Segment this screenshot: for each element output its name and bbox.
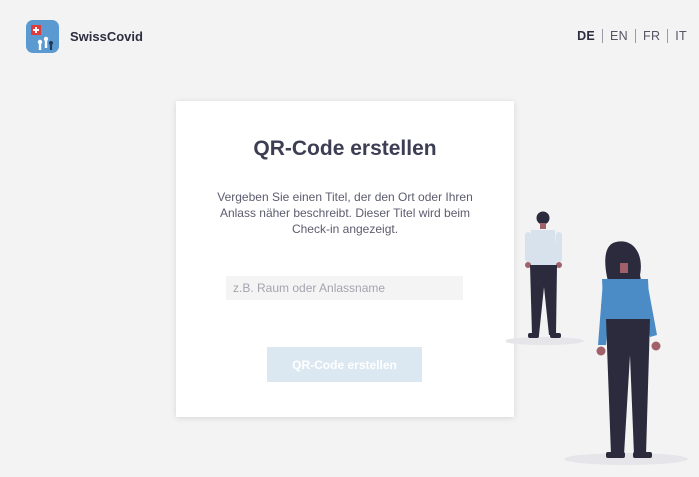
language-switcher: DE EN FR IT [577, 29, 687, 43]
lang-de[interactable]: DE [577, 29, 595, 43]
card-description: Vergeben Sie einen Titel, der den Ort od… [217, 190, 473, 236]
people-illustration [504, 205, 699, 472]
lang-divider [667, 29, 669, 43]
card-title: QR-Code erstellen [253, 137, 437, 160]
top-bar: SwissCovid DE EN FR IT [0, 0, 699, 60]
brand-name: SwissCovid [70, 29, 143, 44]
swisscovid-logo-icon[interactable] [26, 20, 59, 53]
qr-code-card: QR-Code erstellen Vergeben Sie einen Tit… [176, 101, 514, 417]
lang-divider [602, 29, 604, 43]
lang-en[interactable]: EN [610, 29, 628, 43]
title-input[interactable] [226, 276, 463, 300]
man-figure [525, 211, 562, 338]
woman-figure [596, 241, 661, 458]
lang-divider [635, 29, 637, 43]
lang-it[interactable]: IT [675, 29, 687, 43]
lang-fr[interactable]: FR [643, 29, 660, 43]
create-qr-code-button[interactable]: QR-Code erstellen [267, 347, 422, 382]
